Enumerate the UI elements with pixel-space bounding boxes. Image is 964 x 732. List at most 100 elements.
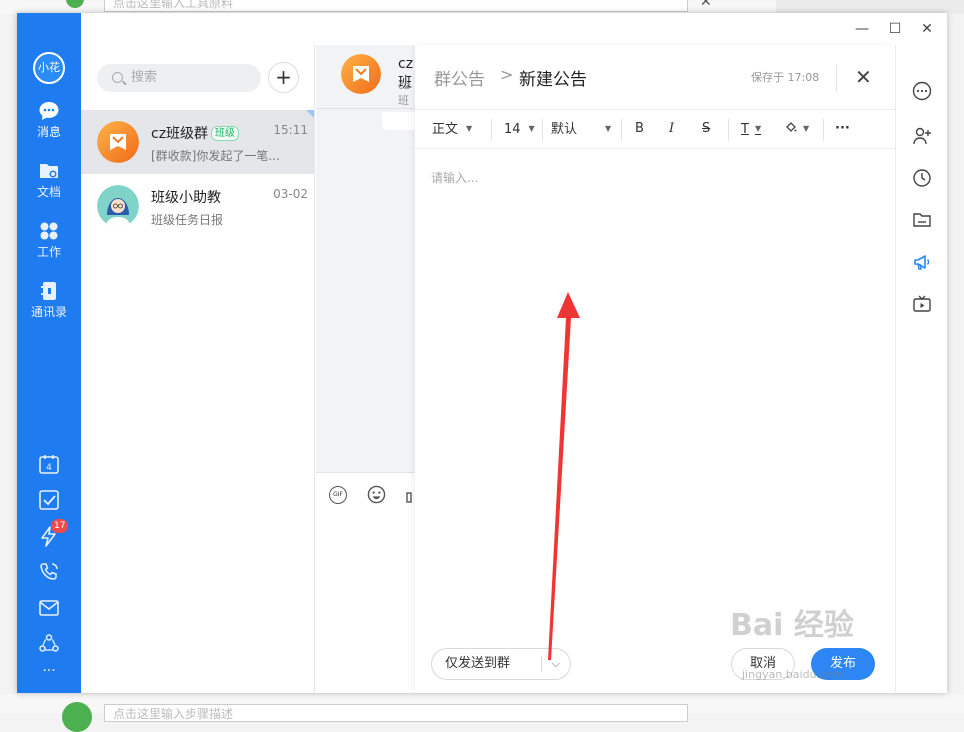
chevron-down-icon: ▼ [466,124,473,133]
nav-item-contacts[interactable]: 通讯录 [17,281,81,320]
background-avatar-bottom [62,702,92,732]
page-title: 新建公告 [519,70,587,90]
toolbar-divider [542,119,543,141]
group-avatar [97,121,139,163]
close-window-button[interactable]: ✕ [917,20,937,38]
more-circle-icon[interactable] [912,81,932,101]
toolbar-divider [823,119,824,141]
app-window: — ☐ ✕ 小花 消息 文档 工作 通讯录 4 17 ··· 搜索 + cz班级… [17,13,947,693]
apps-grid-icon [38,221,60,241]
emoji-icon[interactable] [367,485,386,504]
chevron-down-icon: ⌵ [551,657,560,670]
mail-icon[interactable] [38,597,60,619]
nav-item-docs[interactable]: 文档 [17,161,81,200]
folder-icon[interactable] [912,210,932,230]
editor-toolbar: 正文 ▼ 14 ▼ 默认 ▼ B I S T ▼ ▼ ··· [415,109,895,149]
main-nav: 小花 消息 文档 工作 通讯录 4 17 ··· [17,13,81,693]
chevron-down-icon: ▼ [605,124,612,133]
chevron-down-icon: ▼ [803,124,810,133]
calendar-day: 4 [46,463,52,473]
strikethrough-button[interactable]: S [702,120,710,138]
megaphone-icon[interactable] [912,252,932,272]
chat-group-sub: cz班 [398,79,410,107]
chevron-down-icon: ▼ [754,124,762,133]
maximize-button[interactable]: ☐ [885,20,905,38]
list-item[interactable]: cz班级群 班级 15:11 [群收款]你发起了一笔... [81,110,314,174]
background-avatar [66,0,84,8]
notification-badge: 17 [51,519,69,533]
chat-group-avatar [341,54,381,94]
send-target-value: 仅发送到群 [445,656,511,671]
font-size-select[interactable]: 14 ▼ [504,120,535,139]
conversation-name: cz班级群 班级 [151,123,240,143]
title-bar: — ☐ ✕ [81,13,947,45]
conversation-preview: 班级任务日报 [151,213,224,227]
right-toolbar [895,45,947,693]
paint-bucket-icon [786,122,797,132]
nav-item-messages[interactable]: 消息 [17,101,81,140]
chevron-down-icon: ▼ [528,124,535,133]
background-top-input[interactable]: 点击这里输入工具原料 [104,0,688,12]
share-circles-icon[interactable] [38,633,60,655]
header-divider [836,65,837,93]
select-divider [541,656,542,672]
search-placeholder: 搜索 [131,70,158,85]
nav-label-messages: 消息 [36,125,61,139]
minimize-button[interactable]: — [852,20,872,38]
list-item[interactable]: 班级小助教 03-02 班级任务日报 [81,174,314,238]
save-status: 保存于 17:08 [751,71,820,84]
italic-button[interactable]: I [669,120,674,138]
conversation-name: 班级小助教 [151,190,221,206]
send-target-select[interactable]: 仅发送到群 ⌵ [431,648,571,680]
announcement-panel: 群公告 > 新建公告 保存于 17:08 ✕ 正文 ▼ 14 ▼ 默认 ▼ B I S… [415,45,895,693]
search-icon [112,72,123,83]
toolbar-divider [728,119,729,141]
pinned-corner [306,110,314,118]
nav-label-contacts: 通讯录 [30,305,67,319]
chat-bubble-icon [38,101,60,121]
watermark-logo: Bai 经验 [730,608,854,643]
tv-icon[interactable] [912,294,932,314]
conversation-preview: [群收款]你发起了一笔... [151,149,280,163]
conversation-time: 03-02 [273,187,308,201]
user-avatar[interactable]: 小花 [33,52,65,84]
more-dots-icon[interactable]: ··· [17,663,81,679]
calendar-icon[interactable]: 4 [38,453,60,475]
conversation-time: 15:11 [273,123,308,137]
announcement-editor[interactable]: 请输入... [431,169,478,186]
paragraph-style-select[interactable]: 正文 ▼ [432,120,472,139]
gif-button[interactable]: GIF [329,486,347,504]
conversation-list: 搜索 + cz班级群班级 15:11 [群收款]你发起了一笔... 班级小助教 [81,45,315,693]
toolbar-divider [491,119,492,141]
nav-label-docs: 文档 [36,185,61,199]
background-bottom-input[interactable]: 点击这里输入步骤描述 [104,704,688,722]
todo-check-icon[interactable] [38,489,60,511]
breadcrumb-parent[interactable]: 群公告 [434,65,485,90]
class-tag: 班级 [211,126,240,141]
nav-item-work[interactable]: 工作 [17,221,81,260]
bold-button[interactable]: B [635,120,644,138]
breadcrumb-separator: > [500,65,514,84]
contacts-book-icon [38,281,60,301]
highlight-color-button[interactable]: ▼ [785,120,809,139]
history-clock-icon[interactable] [912,168,932,188]
background-window-bottom: 点击这里输入步骤描述 [0,694,964,732]
close-panel-button[interactable]: ✕ [855,65,872,89]
background-right-area [776,0,964,14]
font-family-select[interactable]: 默认 ▼ [551,120,611,139]
text-color-button[interactable]: T ▼ [741,120,761,139]
chat-area: cz班 cz班 GIF [316,45,422,693]
more-options-button[interactable]: ··· [835,120,850,138]
assistant-avatar [97,185,139,227]
folder-icon [38,161,60,181]
search-input[interactable]: 搜索 [97,64,261,92]
toolbar-divider [621,119,622,141]
background-close-icon[interactable]: ✕ [700,0,712,10]
phone-callback-icon[interactable] [38,561,60,583]
add-button[interactable]: + [268,62,299,93]
chat-header: cz班 cz班 [316,45,416,109]
nav-label-work: 工作 [36,245,61,259]
add-member-icon[interactable] [912,126,932,146]
watermark-url: jingyan.baidu.com [742,668,844,681]
input-toolbar: GIF [316,472,416,693]
